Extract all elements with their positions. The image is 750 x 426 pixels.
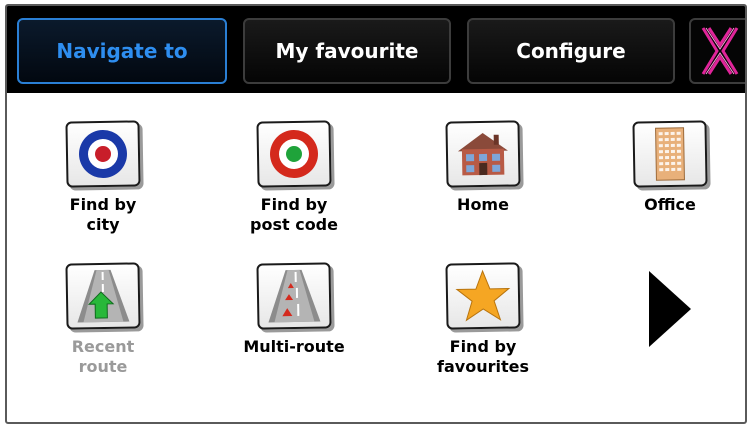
item-label: Multi-route	[243, 337, 345, 356]
home-button[interactable]: Home	[408, 120, 558, 215]
multi-route-button[interactable]: Multi-route	[219, 262, 369, 357]
item-label: Find by favourites	[437, 337, 529, 376]
icon-box	[65, 120, 141, 188]
icon-box	[256, 262, 332, 330]
postcode-target-icon	[270, 130, 318, 178]
next-page-arrow-icon[interactable]	[645, 269, 695, 349]
icon-box	[632, 120, 708, 188]
icon-box	[65, 262, 141, 330]
office-building-icon	[655, 127, 685, 181]
icon-box	[445, 120, 521, 188]
house-icon	[457, 133, 508, 176]
item-label: Recent route	[71, 337, 135, 376]
find-by-favourites-button[interactable]: Find by favourites	[408, 262, 558, 377]
close-icon	[701, 27, 739, 75]
item-label: Find by city	[69, 195, 137, 234]
find-by-city-button[interactable]: Find by city	[28, 120, 178, 235]
find-by-post-code-button[interactable]: Find by post code	[219, 120, 369, 235]
tab-navigate-to[interactable]: Navigate to	[17, 18, 227, 84]
tab-configure[interactable]: Configure	[467, 18, 675, 84]
tab-my-favourite[interactable]: My favourite	[243, 18, 451, 84]
item-label: Home	[457, 195, 509, 214]
star-icon	[455, 269, 511, 322]
item-label: Office	[644, 195, 696, 214]
close-button[interactable]	[689, 18, 745, 84]
icon-box	[445, 262, 521, 330]
tab-bar: Navigate to My favourite Configure	[7, 6, 745, 93]
recent-route-icon	[77, 269, 130, 323]
recent-route-button[interactable]: Recent route	[28, 262, 178, 377]
icon-box	[256, 120, 332, 188]
multi-route-icon	[268, 269, 321, 323]
city-target-icon	[78, 130, 127, 178]
item-label: Find by post code	[250, 195, 338, 234]
office-button[interactable]: Office	[595, 120, 745, 215]
nav-menu-window: Navigate to My favourite Configure Find …	[5, 4, 747, 424]
menu-grid: Find by city Find by post code Home Offi…	[7, 93, 745, 422]
